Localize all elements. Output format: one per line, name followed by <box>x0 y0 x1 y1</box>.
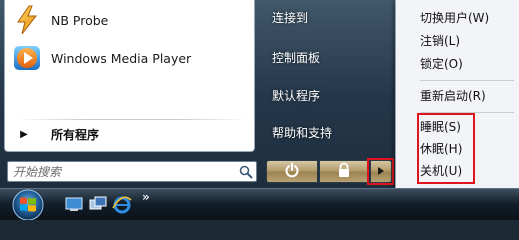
search-box <box>7 161 257 182</box>
nb-probe-icon <box>11 4 43 36</box>
power-button[interactable] <box>266 160 318 183</box>
program-item-nb-probe[interactable]: NB Probe <box>9 2 251 38</box>
menu-separator <box>420 80 514 81</box>
right-item-connect-to[interactable]: 连接到 <box>266 4 394 32</box>
switch-windows-icon[interactable] <box>88 194 108 214</box>
program-item-windows-media-player[interactable]: Windows Media Player <box>9 40 251 76</box>
all-programs-label: 所有程序 <box>51 127 100 142</box>
menu-item-log-off[interactable]: 注销(L) <box>420 31 460 51</box>
menu-item-lock[interactable]: 锁定(O) <box>420 54 463 74</box>
show-desktop-icon[interactable] <box>64 194 84 214</box>
right-item-control-panel[interactable]: 控制面板 <box>266 44 394 72</box>
divider <box>15 119 249 120</box>
internet-explorer-icon[interactable] <box>112 194 132 214</box>
annotation-highlight-box <box>417 113 475 184</box>
lock-icon <box>337 162 351 181</box>
lock-button[interactable] <box>319 160 369 183</box>
menu-item-restart[interactable]: 重新启动(R) <box>420 86 486 106</box>
shutdown-menu: 切换用户(W) 注销(L) 锁定(O) 重新启动(R) 睡眠(S) 休眠(H) … <box>395 0 519 190</box>
triangle-right-icon: ▶ <box>20 128 28 140</box>
power-icon <box>284 162 300 181</box>
menu-item-switch-user[interactable]: 切换用户(W) <box>420 8 489 28</box>
programs-pane: NB Probe Windows Media Player ▶ 所有程序 <box>4 0 255 152</box>
quick-launch-overflow-icon[interactable]: » <box>142 190 150 204</box>
search-icon[interactable] <box>236 162 256 181</box>
windows-media-player-icon <box>11 42 43 74</box>
all-programs-button[interactable]: ▶ 所有程序 <box>9 122 251 146</box>
right-item-help-and-support[interactable]: 帮助和支持 <box>266 119 394 147</box>
windows-logo-icon <box>12 189 44 221</box>
right-item-default-programs[interactable]: 默认程序 <box>266 82 394 110</box>
program-label: NB Probe <box>51 12 109 28</box>
start-button[interactable] <box>6 186 50 221</box>
search-input[interactable] <box>8 162 236 181</box>
annotation-highlight-box <box>367 158 394 185</box>
program-label: Windows Media Player <box>51 50 192 66</box>
